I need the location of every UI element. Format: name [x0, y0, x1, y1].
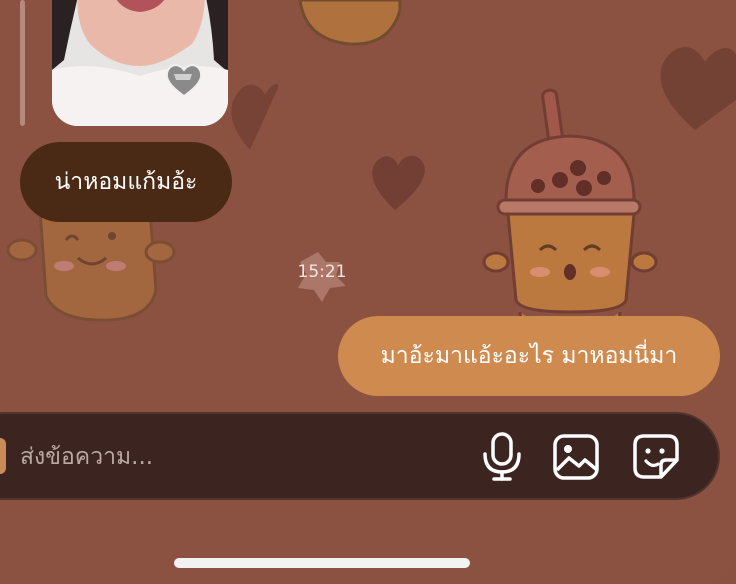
camera-button[interactable]	[0, 438, 6, 474]
message-input[interactable]	[20, 438, 420, 476]
photo-message[interactable]	[52, 0, 228, 126]
heart-reaction-icon	[165, 64, 203, 98]
home-indicator[interactable]	[174, 558, 470, 568]
sticker-icon[interactable]	[632, 430, 680, 482]
outgoing-message-text: มาอ้ะมาแอ้ะอะไร มาหอมนี่มา	[380, 343, 678, 369]
image-gallery-icon[interactable]	[552, 430, 600, 482]
incoming-message-text: น่าหอมแก้มอ้ะ	[54, 169, 198, 195]
outgoing-message-bubble[interactable]: มาอ้ะมาแอ้ะอะไร มาหอมนี่มา	[338, 316, 720, 396]
microphone-icon[interactable]	[478, 430, 526, 482]
message-timestamp: 15:21	[297, 262, 347, 282]
reply-thread-line	[20, 0, 25, 126]
chat-screen: น่าหอมแก้มอ้ะ 15:21 มาอ้ะมาแอ้ะอะไร มาหอ…	[0, 0, 736, 584]
incoming-message-bubble[interactable]: น่าหอมแก้มอ้ะ	[20, 142, 232, 222]
